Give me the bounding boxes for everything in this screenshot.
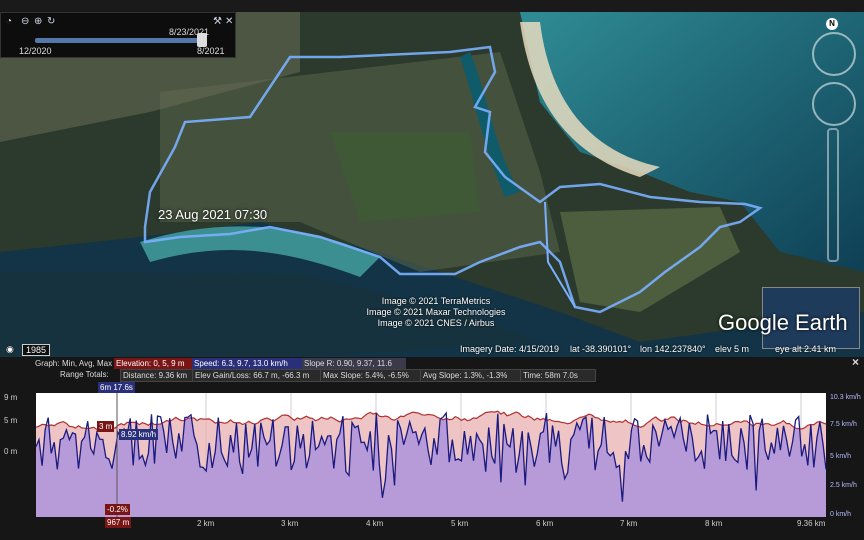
time-thumb[interactable] — [197, 33, 207, 47]
zoom-in-icon[interactable]: ⊕ — [34, 16, 42, 27]
navigation-controls[interactable]: N — [808, 18, 856, 268]
x-axis-label: 3 km — [281, 519, 299, 528]
google-earth-logo: Google Earth — [718, 310, 848, 335]
eye-altitude: eye alt 2.41 km — [775, 344, 837, 354]
imagery-date: Imagery Date: 4/15/2019 — [460, 344, 560, 354]
x-axis-label: 6 km — [536, 519, 554, 528]
left-axis-label: 9 m — [4, 393, 18, 402]
right-axis-label: 7.5 km/h — [830, 421, 857, 428]
x-axis-label: 4 km — [366, 519, 384, 528]
right-axis-label: 0 km/h — [830, 511, 852, 518]
time-slider-panel[interactable]: ◔ ⊖ ⊕ ↻ ⚒ ✕ 8/23/2021 12/2020 8/2021 — [0, 12, 236, 58]
elevation-readout: elev 5 m — [715, 344, 750, 354]
right-axis-label: 10.3 km/h — [830, 394, 861, 401]
cursor-speed: 8.92 km/h — [119, 429, 159, 440]
zoom-slider[interactable] — [827, 128, 839, 262]
map-view[interactable]: ◔ ⊖ ⊕ ↻ ⚒ ✕ 8/23/2021 12/2020 8/2021 N 2… — [0, 12, 864, 357]
earth-icon[interactable]: ◔ — [6, 16, 12, 27]
x-axis-label: 7 km — [620, 519, 638, 528]
north-indicator[interactable]: N — [826, 18, 838, 30]
start-date: 12/2020 — [19, 46, 52, 56]
x-axis-label: 8 km — [705, 519, 723, 528]
move-ring[interactable] — [812, 82, 856, 126]
x-axis-label: 9.36 km — [797, 519, 826, 528]
status-bar: ◉ 1985 Imagery Date: 4/15/2019 lat -38.3… — [0, 342, 864, 357]
left-axis-label: 5 m — [4, 416, 18, 425]
end-date: 8/2021 — [197, 46, 225, 56]
zoom-out-icon[interactable]: ⊖ — [21, 16, 29, 27]
refresh-icon[interactable]: ↻ — [47, 16, 55, 27]
year-badge[interactable]: 1985 — [22, 344, 51, 356]
imagery-credits: Image © 2021 TerraMetrics Image © 2021 M… — [366, 296, 506, 328]
cursor-distance: 967 m — [105, 517, 132, 528]
cursor-elevation: 3 m — [97, 421, 115, 432]
left-axis-label: 0 m — [4, 447, 18, 456]
elevation-profile-panel[interactable]: Graph: Min, Avg, Max Elevation: 0, 5, 9 … — [0, 356, 864, 540]
close-icon[interactable]: ✕ — [225, 16, 233, 27]
globe-icon[interactable]: ◉ — [6, 344, 14, 355]
cursor-time: 6m 17.6s — [98, 382, 135, 393]
wrench-icon[interactable]: ⚒ — [213, 16, 222, 27]
right-axis-label: 2.5 km/h — [830, 482, 857, 489]
track-timestamp: 23 Aug 2021 07:30 — [158, 207, 268, 222]
cursor-slope: -0.2% — [105, 504, 130, 515]
x-axis-label: 2 km — [197, 519, 215, 528]
look-ring[interactable] — [812, 32, 856, 76]
longitude: lon 142.237840° — [640, 344, 706, 354]
time-track[interactable] — [35, 38, 205, 43]
x-axis-label: 5 km — [451, 519, 469, 528]
latitude: lat -38.390101° — [570, 344, 632, 354]
right-axis-label: 5 km/h — [830, 453, 852, 460]
